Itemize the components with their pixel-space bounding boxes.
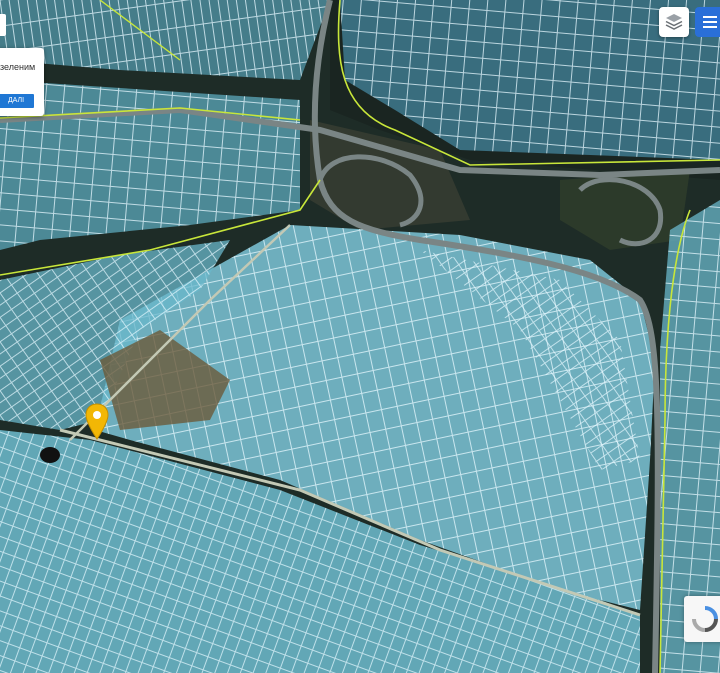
hamburger-menu-icon [703,16,717,28]
menu-button[interactable] [695,7,720,37]
map-view[interactable]: зеленим ДАЛІ [0,0,720,673]
layers-icon [665,14,683,30]
satellite-cadastral-map[interactable] [0,0,720,673]
layers-button[interactable] [659,7,689,37]
tooltip-popup: зеленим ДАЛІ [0,48,44,116]
pond [40,447,60,463]
location-marker[interactable] [84,403,110,441]
tooltip-text: зеленим [0,62,36,72]
side-panel-tab[interactable] [0,14,6,36]
map-pin-icon [85,403,109,440]
recaptcha-icon [692,606,718,632]
recaptcha-badge[interactable] [684,596,720,642]
next-button[interactable]: ДАЛІ [0,94,34,108]
